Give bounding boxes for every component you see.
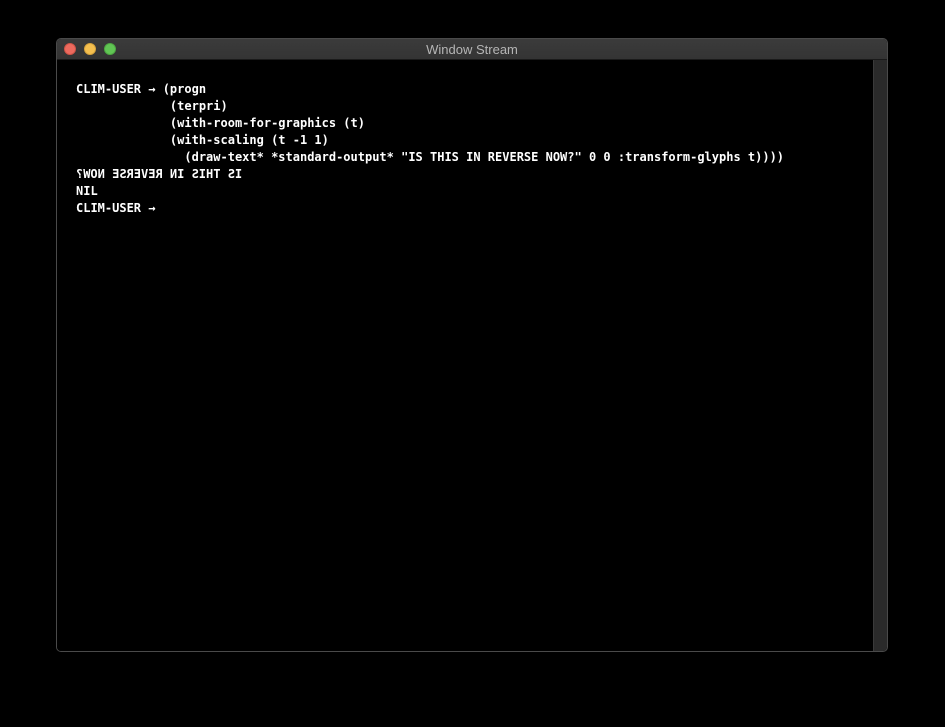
listener-output-area[interactable]: CLIM-USER → (progn (terpri) (with-room-f…	[57, 60, 873, 651]
mirrored-text: IS THIS IN REVERSE NOW?	[76, 167, 243, 181]
code-line: (with-scaling (t -1 1)	[76, 133, 329, 147]
listener-window: Window Stream CLIM-USER → (progn (terpri…	[56, 38, 888, 652]
vertical-scrollbar[interactable]	[873, 60, 887, 651]
title-bar[interactable]: Window Stream	[57, 39, 887, 60]
prompt-line[interactable]: CLIM-USER →	[76, 200, 784, 217]
result-line: NIL	[76, 184, 98, 198]
code-line: (terpri)	[76, 99, 228, 113]
prompt-line: CLIM-USER → (progn	[76, 82, 207, 96]
code-line: (with-room-for-graphics (t)	[76, 116, 365, 130]
window-title: Window Stream	[426, 42, 518, 57]
code-line: (draw-text* *standard-output* "IS THIS I…	[76, 150, 785, 164]
listener-transcript: CLIM-USER → (progn (terpri) (with-room-f…	[76, 81, 784, 217]
mirrored-output-line: IS THIS IN REVERSE NOW?	[76, 166, 784, 183]
